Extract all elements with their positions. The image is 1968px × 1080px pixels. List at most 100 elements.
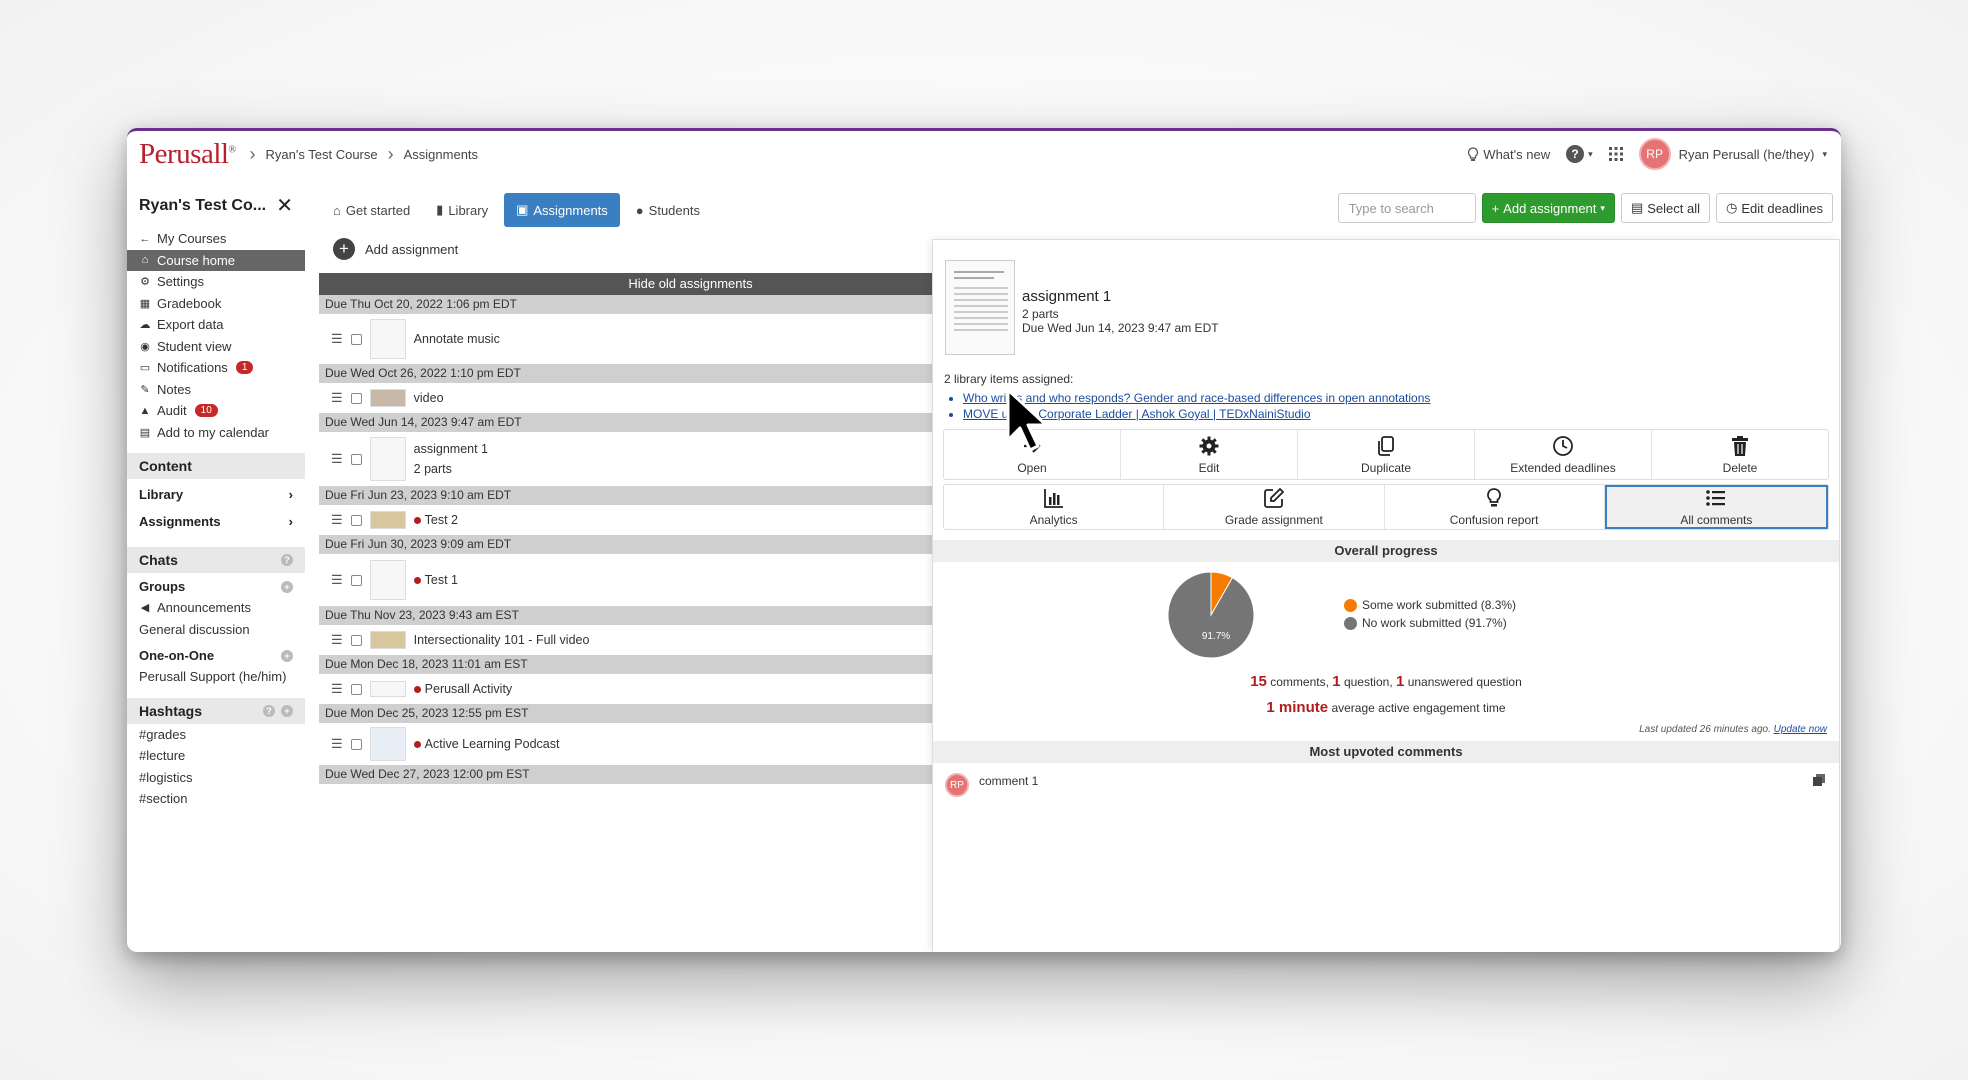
extended-deadlines-button[interactable]: Extended deadlines: [1475, 430, 1652, 479]
add-assignment-button[interactable]: + Add assignment ▾: [1481, 193, 1615, 223]
sidebar-item-calendar[interactable]: ▤ Add to my calendar: [127, 422, 305, 444]
groups-label: Groups: [139, 579, 186, 594]
select-checkbox[interactable]: [350, 683, 362, 695]
unread-dot: [413, 741, 421, 748]
drag-handle-icon[interactable]: ☰: [331, 451, 343, 467]
all-comments-button[interactable]: All comments: [1604, 485, 1828, 529]
assignment-detail-panel: assignment 1 2 parts Due Wed Jun 14, 202…: [932, 239, 1840, 952]
tab-students[interactable]: ● Students: [626, 193, 710, 227]
sidebar-item-settings[interactable]: ⚙ Settings: [127, 271, 305, 293]
sidebar-item-announcements[interactable]: ◀ Announcements: [127, 597, 305, 619]
add-assignment-label: Add assignment: [365, 241, 459, 257]
content-section-header: Content: [127, 453, 305, 479]
trash-icon: [1732, 435, 1748, 456]
hashtag-item[interactable]: #section: [127, 788, 305, 810]
whats-new-link[interactable]: What's new: [1467, 147, 1550, 162]
sidebar-item-audit[interactable]: ▲ Audit 10: [127, 400, 305, 422]
select-all-button[interactable]: ▤ Select all: [1620, 193, 1710, 223]
sidebar-item-assignments[interactable]: Assignments ›: [127, 510, 305, 537]
select-checkbox[interactable]: [350, 514, 362, 526]
select-checkbox[interactable]: [350, 453, 362, 465]
tab-get-started[interactable]: ⌂ Get started: [323, 193, 420, 227]
drag-handle-icon[interactable]: ☰: [331, 632, 343, 648]
drag-handle-icon[interactable]: ☰: [331, 736, 343, 752]
avatar: RP: [1638, 138, 1671, 170]
help-menu[interactable]: ? ▾: [1566, 145, 1593, 163]
select-checkbox[interactable]: [350, 634, 362, 646]
drag-handle-icon[interactable]: ☰: [331, 572, 343, 588]
breadcrumb-assignments[interactable]: Assignments: [404, 147, 478, 162]
comment-item[interactable]: RP comment 1: [945, 773, 1038, 797]
course-title[interactable]: Ryan's Test Co...: [139, 197, 266, 215]
action-label: Open: [1017, 460, 1047, 475]
megaphone-icon: ◀: [140, 602, 150, 615]
one-on-one-header: One-on-One +: [127, 640, 305, 666]
assignment-title: Active Learning Podcast: [424, 737, 560, 751]
confusion-report-button[interactable]: Confusion report: [1385, 485, 1605, 529]
assignment-title: video: [413, 391, 444, 405]
sidebar-item-general-discussion[interactable]: General discussion: [127, 619, 305, 641]
sidebar-item-my-courses[interactable]: ← My Courses: [127, 228, 305, 250]
drag-handle-icon[interactable]: ☰: [331, 681, 343, 697]
video-thumbnail: [369, 389, 406, 407]
breadcrumb-course[interactable]: Ryan's Test Course: [266, 147, 378, 162]
unread-dot: [413, 517, 421, 524]
checklist-icon: ▤: [1630, 200, 1644, 215]
edit-deadlines-button[interactable]: ◷ Edit deadlines: [1715, 193, 1833, 223]
arrow-left-icon: ←: [139, 232, 151, 245]
add-circle-icon[interactable]: +: [281, 704, 293, 717]
apps-grid-icon[interactable]: [1608, 147, 1623, 161]
copy-icon: [1378, 435, 1394, 456]
duplicate-button[interactable]: Duplicate: [1298, 430, 1475, 479]
select-checkbox[interactable]: [350, 738, 362, 750]
add-circle-icon[interactable]: +: [281, 580, 293, 593]
drag-handle-icon[interactable]: ☰: [331, 512, 343, 528]
drag-handle-icon[interactable]: ☰: [331, 331, 343, 347]
copy-icon[interactable]: [1813, 774, 1825, 786]
hashtag-item[interactable]: #grades: [127, 724, 305, 746]
hashtag-item[interactable]: #logistics: [127, 767, 305, 789]
add-circle-icon[interactable]: +: [281, 649, 293, 662]
help-icon[interactable]: ?: [263, 704, 275, 717]
sidebar-item-course-home[interactable]: ⌂ Course home: [127, 249, 305, 271]
tab-assignments[interactable]: ▣ Assignments: [504, 193, 620, 227]
perusall-logo[interactable]: Perusall®: [139, 138, 236, 171]
chevron-right-icon: ›: [288, 487, 293, 502]
search-input[interactable]: Type to search: [1337, 193, 1476, 223]
caret-down-icon: ▾: [1600, 202, 1605, 213]
select-checkbox[interactable]: [350, 392, 362, 404]
select-checkbox[interactable]: [350, 574, 362, 586]
sidebar-item-notes[interactable]: ✎ Notes: [127, 379, 305, 401]
grade-assignment-button[interactable]: Grade assignment: [1164, 485, 1385, 529]
engagement-stats: 1 minute average active engagement time: [933, 699, 1839, 716]
sidebar-item-label: My Courses: [157, 231, 227, 247]
select-checkbox[interactable]: [350, 333, 362, 345]
hashtag-item[interactable]: #lecture: [127, 745, 305, 767]
notification-badge: 1: [235, 361, 254, 375]
tab-label: Assignments: [533, 202, 608, 218]
help-icon[interactable]: ?: [281, 554, 293, 566]
sidebar-item-label: Gradebook: [157, 295, 222, 311]
user-menu[interactable]: RP Ryan Perusall (he/they) ▾: [1638, 138, 1827, 170]
desktop-background: Perusall® › Ryan's Test Course › Assignm…: [0, 0, 1968, 1080]
gear-icon: ⚙: [140, 276, 150, 289]
unread-dot: [413, 577, 421, 584]
chats-section-header: Chats?: [127, 547, 305, 573]
update-now-link[interactable]: Update now: [1774, 724, 1827, 735]
delete-button[interactable]: Delete: [1652, 430, 1828, 479]
document-thumbnail[interactable]: [945, 260, 1015, 355]
tab-library[interactable]: ▮ Library: [426, 193, 498, 227]
drag-handle-icon[interactable]: ☰: [331, 390, 343, 406]
sidebar-item-library[interactable]: Library ›: [127, 479, 305, 510]
analytics-button[interactable]: Analytics: [944, 485, 1165, 529]
sidebar-item-export-data[interactable]: ☁ Export data: [127, 314, 305, 336]
sidebar-item-gradebook[interactable]: ▦ Gradebook: [127, 293, 305, 315]
sidebar-item-perusall-support[interactable]: Perusall Support (he/him): [127, 666, 305, 688]
toolbar: Type to search + Add assignment ▾ ▤ Select …: [1337, 193, 1833, 223]
sidebar-item-notifications[interactable]: ▭ Notifications 1: [127, 357, 305, 379]
book-icon: ▮: [436, 202, 444, 217]
close-icon[interactable]: ✕: [276, 193, 293, 218]
sidebar-item-student-view[interactable]: ◉ Student view: [127, 336, 305, 358]
edit-button[interactable]: Edit: [1121, 430, 1298, 479]
engagement-time: 1 minute: [1266, 699, 1329, 716]
